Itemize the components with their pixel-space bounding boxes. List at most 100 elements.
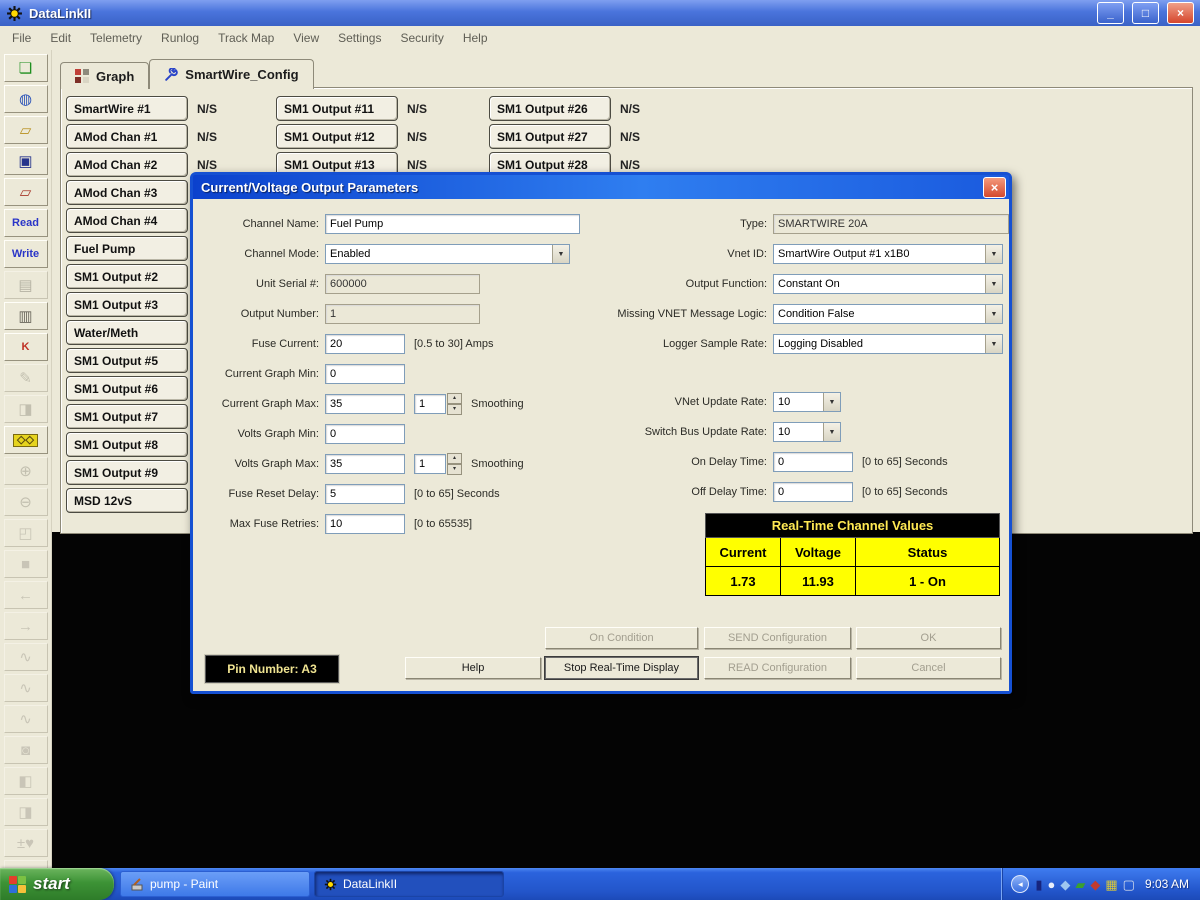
on-condition-button: On Condition — [545, 627, 698, 649]
tray-icon-2[interactable]: ● — [1048, 878, 1056, 891]
open-config-button[interactable]: ▱ — [4, 116, 48, 144]
save-icon: ▣ — [18, 154, 32, 169]
missing-vnet-message-logic-combo[interactable]: Condition False▼ — [773, 304, 1003, 324]
help-button[interactable]: Help — [405, 657, 541, 679]
current-graph-max-smoothing-spinner[interactable]: 1▴▾ — [414, 393, 462, 415]
vnet-id-value: SmartWire Output #1 x1B0 — [774, 248, 985, 260]
volts-graph-min-input[interactable]: 0 — [325, 424, 405, 444]
menu-security[interactable]: Security — [400, 31, 443, 45]
current-graph-max-smoothing-value: 1 — [414, 394, 446, 414]
tab-graph[interactable]: Graph — [60, 62, 149, 89]
minimize-button[interactable]: _ — [1097, 2, 1124, 24]
vnet-id-combo[interactable]: SmartWire Output #1 x1B0▼ — [773, 244, 1003, 264]
current-graph-min-input[interactable]: 0 — [325, 364, 405, 384]
read-button[interactable]: Read — [4, 209, 48, 237]
channel-sm1-output-6-button[interactable]: SM1 Output #6 — [66, 376, 188, 401]
tab-smartwire-config[interactable]: SmartWire_Config — [149, 59, 313, 89]
volts-graph-max-smoothing-value: 1 — [414, 454, 446, 474]
tray-icon-4[interactable]: ▰ — [1075, 878, 1085, 891]
fuse-current-input[interactable]: 20 — [325, 334, 405, 354]
channel-amod-chan-2-button[interactable]: AMod Chan #2 — [66, 152, 188, 177]
open-run-button[interactable]: ▱ — [4, 178, 48, 206]
channel-sm1-output-27-button[interactable]: SM1 Output #27 — [489, 124, 611, 149]
channel-amod-chan-4-button[interactable]: AMod Chan #4 — [66, 208, 188, 233]
off-delay-time-value: 0 — [778, 486, 784, 498]
menu-bar: File Edit Telemetry Runlog Track Map View Sett… — [0, 26, 1200, 51]
taskbar-task-paint[interactable]: pump - Paint — [120, 871, 310, 897]
tray-icon-1[interactable]: ▮ — [1035, 878, 1042, 891]
channel-water-meth-button[interactable]: Water/Meth — [66, 320, 188, 345]
menu-help[interactable]: Help — [463, 31, 488, 45]
restore-button[interactable]: □ — [1132, 2, 1159, 24]
channel-sm1-output-7-button[interactable]: SM1 Output #7 — [66, 404, 188, 429]
menu-view[interactable]: View — [293, 31, 319, 45]
channel-fuel-pump-button[interactable]: Fuel Pump — [66, 236, 188, 261]
channel-name-input[interactable]: Fuel Pump — [325, 214, 580, 234]
tray-icon-6[interactable]: ▦ — [1105, 878, 1117, 891]
menu-telemetry[interactable]: Telemetry — [90, 31, 142, 45]
channel-sm1-output-2-button[interactable]: SM1 Output #2 — [66, 264, 188, 289]
windows-flag-icon — [9, 876, 26, 893]
channel-smartwire-1-button[interactable]: SmartWire #1 — [66, 96, 188, 121]
track-map-button[interactable]: ◇◇ — [4, 426, 48, 454]
channel-sm1-output-11-button[interactable]: SM1 Output #11 — [276, 96, 398, 121]
telemetry-globe-button[interactable]: ◍ — [4, 85, 48, 113]
spinner-up-icon[interactable]: ▴ — [447, 393, 462, 404]
channel-msd-12vs-button[interactable]: MSD 12vS — [66, 488, 188, 513]
erase-button: ✎ — [4, 364, 48, 392]
close-button[interactable]: × — [1167, 2, 1194, 24]
switch-bus-update-rate-combo[interactable]: 10▼ — [773, 422, 841, 442]
spinner-down-icon[interactable]: ▾ — [447, 464, 462, 475]
dialog-close-button[interactable]: × — [983, 177, 1006, 198]
logger-sample-rate-combo[interactable]: Logging Disabled▼ — [773, 334, 1003, 354]
copy-button[interactable]: ▥ — [4, 302, 48, 330]
stop-real-time-display-button[interactable]: Stop Real-Time Display — [545, 657, 698, 679]
spinner-down-icon[interactable]: ▾ — [447, 404, 462, 415]
task-datalinkii-label: DataLinkII — [343, 877, 397, 891]
hide-icons-chevron[interactable]: ◂ — [1011, 875, 1029, 893]
menu-runlog[interactable]: Runlog — [161, 31, 199, 45]
vnet-update-rate-combo[interactable]: 10▼ — [773, 392, 841, 412]
pin-number-badge: Pin Number: A3 — [205, 655, 339, 683]
max-fuse-retries-input[interactable]: 10 — [325, 514, 405, 534]
off-delay-time-input[interactable]: 0 — [773, 482, 853, 502]
menu-file[interactable]: File — [12, 31, 31, 45]
current-graph-max-input[interactable]: 35 — [325, 394, 405, 414]
resize-icon: ◰ — [18, 526, 32, 541]
channel-sm1-output-12-button[interactable]: SM1 Output #12 — [276, 124, 398, 149]
missing-vnet-message-logic-field: Missing VNET Message Logic:Condition Fal… — [613, 299, 1009, 329]
start-button[interactable]: start — [0, 868, 114, 900]
cursor-trace-3-button: ∿ — [4, 705, 48, 733]
channel-sm1-output-26-button[interactable]: SM1 Output #26 — [489, 96, 611, 121]
menu-edit[interactable]: Edit — [50, 31, 71, 45]
volts-graph-max-input[interactable]: 35 — [325, 454, 405, 474]
open-config-icon: ▱ — [20, 123, 32, 138]
channel-sm1-output-3-button[interactable]: SM1 Output #3 — [66, 292, 188, 317]
switch-bus-update-rate-value: 10 — [774, 426, 823, 438]
volts-graph-max-smoothing-spinner[interactable]: 1▴▾ — [414, 453, 462, 475]
new-file-button[interactable]: ❏ — [4, 54, 48, 82]
on-delay-time-input[interactable]: 0 — [773, 452, 853, 472]
output-function-combo[interactable]: Constant On▼ — [773, 274, 1003, 294]
taskbar-task-datalinkii[interactable]: DataLinkII — [314, 871, 504, 897]
write-button[interactable]: Write — [4, 240, 48, 268]
menu-track-map[interactable]: Track Map — [218, 31, 274, 45]
k-graph-button[interactable]: K — [4, 333, 48, 361]
channel-mode-combo[interactable]: Enabled▼ — [325, 244, 570, 264]
spinner-up-icon[interactable]: ▴ — [447, 453, 462, 464]
current-graph-max-value: 35 — [330, 398, 342, 410]
fuse-reset-delay-input[interactable]: 5 — [325, 484, 405, 504]
channel-amod-chan-3-button[interactable]: AMod Chan #3 — [66, 180, 188, 205]
save-button[interactable]: ▣ — [4, 147, 48, 175]
tray-icon-5[interactable]: ◆ — [1090, 878, 1100, 891]
shift-right-button: ◨ — [4, 798, 48, 826]
channel-sm1-output-8-button[interactable]: SM1 Output #8 — [66, 432, 188, 457]
tray-icon-3[interactable]: ◆ — [1060, 878, 1070, 891]
channel-amod-chan-1-button[interactable]: AMod Chan #1 — [66, 124, 188, 149]
tray-icon-7[interactable]: ▢ — [1123, 878, 1135, 891]
menu-settings[interactable]: Settings — [338, 31, 381, 45]
channel-sm1-output-5-button[interactable]: SM1 Output #5 — [66, 348, 188, 373]
fuse-current-range-note: [0.5 to 30] Amps — [414, 338, 494, 350]
output-function-label: Output Function: — [613, 278, 767, 290]
channel-sm1-output-9-button[interactable]: SM1 Output #9 — [66, 460, 188, 485]
